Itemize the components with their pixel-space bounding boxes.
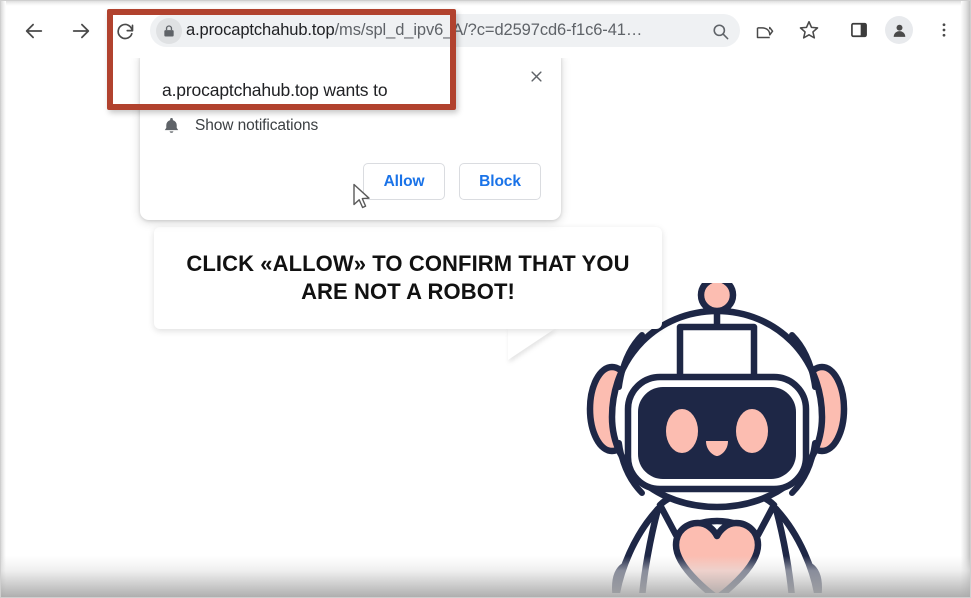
close-icon [530,70,542,82]
avatar [885,16,913,44]
star-icon [799,20,819,39]
side-panel-icon [851,22,867,38]
arrow-left-icon [25,23,43,39]
url-path: /ms/spl_d_ipv6_A/?c=d2597cd6-f1c6-41… [334,21,643,39]
lock-icon [164,24,174,37]
back-button[interactable] [17,14,51,48]
bookmark-button[interactable] [794,15,824,45]
close-button[interactable] [523,63,549,89]
robot-mascot [572,275,862,593]
screenshot-root: a.procaptchahub.top/ms/spl_d_ipv6_A/?c=d… [0,0,971,598]
notification-permission-dialog: a.procaptchahub.top wants to Show notifi… [140,57,561,220]
robot-mascot-illustration [586,275,848,593]
profile-avatar-icon [893,24,905,37]
search-icon [712,23,728,39]
block-button[interactable]: Block [459,163,541,200]
three-dot-menu-icon [942,23,946,37]
site-info-button[interactable] [156,17,182,44]
omnibox-search-icon-button[interactable] [708,19,732,43]
share-icon [756,26,773,38]
speech-bubble-tail [508,328,556,360]
side-panel-button[interactable] [844,15,874,45]
arrow-right-icon [72,23,90,39]
speech-bubble: CLICK «ALLOW» TO CONFIRM THAT YOU ARE NO… [154,227,662,329]
permission-dialog-actions: Allow Block [363,163,541,200]
reload-icon [116,23,133,39]
allow-button[interactable]: Allow [363,163,445,200]
page-viewport: CLICK «ALLOW» TO CONFIRM THAT YOU ARE NO… [5,57,963,593]
address-bar[interactable]: a.procaptchahub.top/ms/spl_d_ipv6_A/?c=d… [150,14,740,47]
speech-bubble-text: CLICK «ALLOW» TO CONFIRM THAT YOU ARE NO… [164,250,651,306]
permission-dialog-title: a.procaptchahub.top wants to [162,80,388,100]
bell-icon [164,118,179,133]
url-host: a.procaptchahub.top [186,21,335,39]
speech-bubble-line-1: CLICK «ALLOW» TO CONFIRM THAT YOU [186,250,630,276]
permission-option-row: Show notifications [162,116,318,135]
permission-option-label: Show notifications [195,116,319,134]
browser-toolbar: a.procaptchahub.top/ms/spl_d_ipv6_A/?c=d… [4,3,964,58]
profile-button[interactable] [884,15,914,45]
reload-button[interactable] [108,14,142,48]
speech-bubble-line-2: ARE NOT A ROBOT! [301,279,515,304]
chrome-menu-button[interactable] [929,15,959,45]
share-button[interactable] [749,15,779,45]
url-text: a.procaptchahub.top/ms/spl_d_ipv6_A/?c=d… [186,21,642,40]
forward-button[interactable] [64,14,98,48]
